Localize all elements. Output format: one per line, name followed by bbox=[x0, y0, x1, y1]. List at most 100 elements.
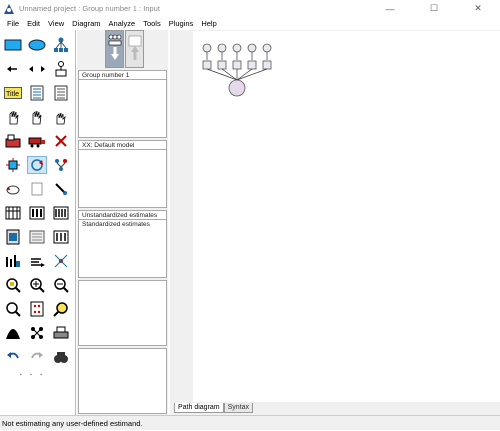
groups-panel: Group number 1 bbox=[78, 70, 167, 138]
menu-help[interactable]: Help bbox=[197, 19, 220, 28]
move-tool[interactable] bbox=[27, 132, 47, 150]
toolbox: Title ▪ ▪ ▪ bbox=[0, 30, 76, 415]
zoom-select-icon bbox=[6, 278, 21, 293]
title-bar: Unnamed project : Group number 1 : Input… bbox=[0, 0, 500, 17]
data-files-tool[interactable] bbox=[3, 204, 23, 222]
analysis-properties-tool[interactable] bbox=[27, 204, 47, 222]
reflect-indicators-icon bbox=[55, 159, 67, 171]
select-one-icon bbox=[9, 110, 19, 125]
menu-tools[interactable]: Tools bbox=[139, 19, 165, 28]
output-path-diagram-button[interactable] bbox=[125, 30, 144, 68]
fit-page-icon bbox=[30, 301, 44, 317]
list-variables-tool[interactable] bbox=[27, 84, 47, 102]
list-dataset-tool[interactable] bbox=[51, 84, 71, 102]
error-circle-4[interactable] bbox=[247, 43, 257, 53]
maximize-button[interactable]: ☐ bbox=[412, 0, 456, 17]
error-circle-1[interactable] bbox=[202, 43, 212, 53]
save-diagram-tool[interactable] bbox=[51, 228, 71, 246]
menu-analyze[interactable]: Analyze bbox=[105, 19, 140, 28]
erase-tool[interactable] bbox=[51, 132, 71, 150]
draw-covariance-tool[interactable] bbox=[27, 60, 47, 78]
observed-box-3[interactable] bbox=[232, 60, 242, 70]
rotate-indicators-icon bbox=[31, 159, 43, 171]
unique-variable-tool[interactable] bbox=[51, 60, 71, 78]
draw-unobserved-tool[interactable] bbox=[27, 36, 47, 54]
input-path-diagram-button[interactable] bbox=[105, 30, 124, 68]
magnify-tool[interactable] bbox=[51, 300, 71, 318]
draw-path-icon bbox=[7, 66, 17, 72]
rotate-indicators-tool[interactable] bbox=[27, 156, 47, 174]
draw-path-tool[interactable] bbox=[3, 60, 23, 78]
zoom-select-tool[interactable] bbox=[3, 276, 23, 294]
draw-observed-tool[interactable] bbox=[3, 36, 23, 54]
object-properties-tool[interactable] bbox=[3, 252, 23, 270]
select-all-tool[interactable] bbox=[27, 108, 47, 126]
error-circle-5[interactable] bbox=[262, 43, 272, 53]
spec-search-icon bbox=[54, 352, 68, 363]
print-tool[interactable] bbox=[51, 324, 71, 342]
close-button[interactable]: ✕ bbox=[456, 0, 500, 17]
figure-caption-tool[interactable]: Title bbox=[3, 84, 23, 102]
latent-ellipse[interactable] bbox=[228, 79, 246, 97]
duplicate-tool[interactable] bbox=[3, 132, 23, 150]
scroll-tool[interactable] bbox=[27, 180, 47, 198]
standardized-estimates-item[interactable]: Standardized estimates bbox=[79, 220, 166, 230]
unstandardized-estimates-item[interactable]: Unstandardized estimates bbox=[79, 211, 166, 220]
draw-indicator-tool[interactable] bbox=[51, 36, 71, 54]
view-text-tool[interactable] bbox=[27, 228, 47, 246]
diagram-view-switch bbox=[105, 30, 145, 68]
status-bar: Not estimating any user-defined estimand… bbox=[0, 415, 500, 430]
object-properties-icon bbox=[6, 255, 20, 267]
observed-box-1[interactable] bbox=[202, 60, 212, 70]
zoom-in-tool[interactable] bbox=[27, 276, 47, 294]
observed-box-5[interactable] bbox=[262, 60, 272, 70]
drag-properties-tool[interactable] bbox=[27, 252, 47, 270]
print-icon bbox=[53, 326, 69, 339]
observed-box-4[interactable] bbox=[247, 60, 257, 70]
computation-summary-panel bbox=[78, 280, 167, 346]
error-circle-3[interactable] bbox=[232, 43, 242, 53]
menu-edit[interactable]: Edit bbox=[23, 19, 44, 28]
redo-tool[interactable] bbox=[27, 348, 47, 366]
fit-page-tool[interactable] bbox=[27, 300, 47, 318]
deselect-all-icon bbox=[56, 112, 66, 125]
reflect-indicators-tool[interactable] bbox=[51, 156, 71, 174]
draw-covariance-icon bbox=[29, 66, 45, 72]
move-parameters-icon bbox=[6, 185, 20, 195]
undo-tool[interactable] bbox=[3, 348, 23, 366]
change-shape-tool[interactable] bbox=[3, 156, 23, 174]
multiple-group-tool[interactable] bbox=[27, 324, 47, 342]
draw-indicator-icon bbox=[54, 37, 68, 52]
zoom-out-tool[interactable] bbox=[51, 276, 71, 294]
preserve-symmetries-tool[interactable] bbox=[51, 252, 71, 270]
calculate-estimates-tool[interactable] bbox=[51, 204, 71, 222]
menu-diagram[interactable]: Diagram bbox=[68, 19, 104, 28]
analysis-properties-icon bbox=[29, 206, 45, 220]
copy-diagram-tool[interactable] bbox=[3, 228, 23, 246]
bayesian-icon bbox=[6, 329, 20, 339]
minimize-button[interactable]: — bbox=[368, 0, 412, 17]
bayesian-tool[interactable] bbox=[3, 324, 23, 342]
move-icon bbox=[28, 137, 45, 148]
path-diagram-canvas[interactable] bbox=[193, 31, 500, 402]
zoom-page-tool[interactable] bbox=[3, 300, 23, 318]
touch-up-tool[interactable] bbox=[51, 180, 71, 198]
menu-file[interactable]: File bbox=[3, 19, 23, 28]
move-parameters-tool[interactable] bbox=[3, 180, 23, 198]
menu-plugins[interactable]: Plugins bbox=[165, 19, 198, 28]
tab-syntax[interactable]: Syntax bbox=[223, 403, 254, 413]
observed-box-2[interactable] bbox=[217, 60, 227, 70]
model-item[interactable]: XX: Default model bbox=[79, 141, 166, 150]
deselect-all-tool[interactable] bbox=[51, 108, 71, 126]
group-item[interactable]: Group number 1 bbox=[79, 71, 166, 80]
list-dataset-icon bbox=[54, 85, 68, 101]
path-model-diagram bbox=[202, 43, 272, 97]
error-circle-2[interactable] bbox=[217, 43, 227, 53]
list-variables-icon bbox=[30, 85, 44, 101]
spec-search-tool[interactable] bbox=[51, 348, 71, 366]
menu-view[interactable]: View bbox=[44, 19, 68, 28]
multiple-group-icon bbox=[31, 327, 43, 339]
tab-path-diagram[interactable]: Path diagram bbox=[174, 403, 224, 413]
models-panel: XX: Default model bbox=[78, 140, 167, 208]
select-one-tool[interactable] bbox=[3, 108, 23, 126]
